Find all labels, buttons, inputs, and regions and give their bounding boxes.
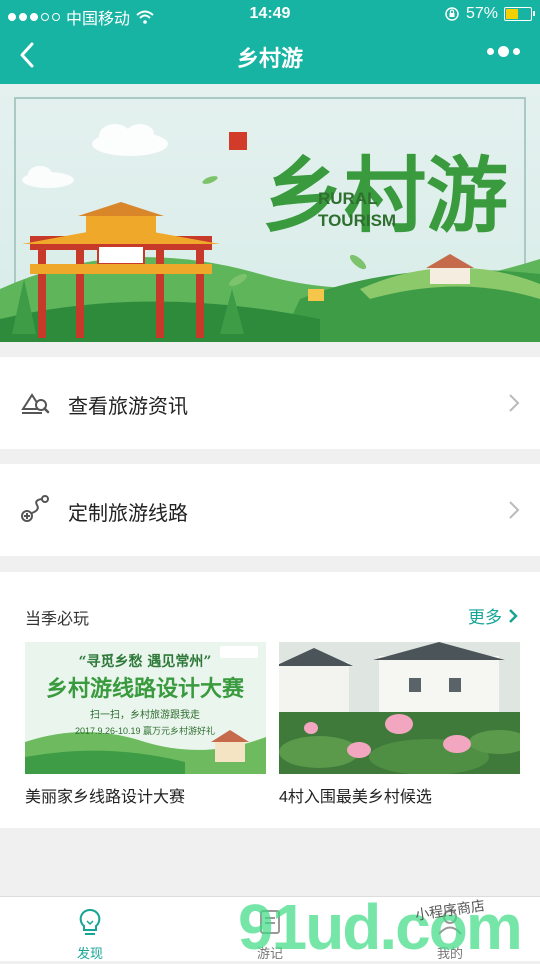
seasonal-section: 当季必玩 更多 “寻觅乡愁 遇见常州” 乡村游线路设计大赛 扫一扫，乡村旅游跟我… [0, 572, 540, 828]
thumbnail-village-photo[interactable] [279, 642, 520, 774]
route-plus-icon [21, 495, 49, 522]
poster-date: 2017.9.26-10.19 赢万元乡村游好礼 [75, 725, 215, 736]
poster-title: 乡村游线路设计大赛 [46, 676, 245, 702]
page-title: 乡村游 [236, 46, 303, 71]
status-bar: 中国移动 14:49 57% [0, 0, 540, 28]
menu-row-travel-news[interactable]: 查看旅游资讯 [0, 357, 540, 449]
poster-tagline: “寻觅乡愁 遇见常州” [79, 653, 212, 670]
banner-subtitle-2: TOURISM [318, 211, 396, 230]
battery-percent: 57% [465, 5, 498, 22]
chevron-right-icon [509, 501, 520, 519]
battery-icon [504, 7, 535, 21]
thumbnail-caption[interactable]: 4村入围最美乡村候选 [279, 783, 432, 807]
chevron-right-icon [509, 394, 520, 412]
hero-banner[interactable]: 乡村游 RURAL TOURISM [0, 84, 540, 342]
more-link[interactable]: 更多 [468, 603, 518, 628]
thumbnail-route-contest[interactable]: “寻觅乡愁 遇见常州” 乡村游线路设计大赛 扫一扫，乡村旅游跟我走 2017.9… [25, 642, 266, 774]
poster-subtitle: 扫一扫，乡村旅游跟我走 [90, 708, 200, 721]
tab-label: 发现 [76, 946, 103, 961]
news-search-icon [21, 393, 50, 414]
banner-subtitle-1: RURAL [318, 189, 378, 208]
menu-row-label: 查看旅游资讯 [68, 396, 188, 418]
more-menu-icon[interactable] [487, 46, 520, 57]
lightbulb-icon [79, 908, 101, 935]
nav-bar: 乡村游 [0, 28, 540, 84]
chevron-right-icon [509, 608, 518, 623]
menu-row-custom-route[interactable]: 定制旅游线路 [0, 464, 540, 556]
thumbnail-caption[interactable]: 美丽家乡线路设计大赛 [25, 783, 185, 807]
tab-discover[interactable]: 发现 [0, 897, 180, 961]
rotation-lock-icon [445, 7, 459, 21]
menu-row-label: 定制旅游线路 [68, 503, 188, 525]
more-label: 更多 [468, 608, 502, 627]
section-title: 当季必玩 [25, 611, 90, 628]
